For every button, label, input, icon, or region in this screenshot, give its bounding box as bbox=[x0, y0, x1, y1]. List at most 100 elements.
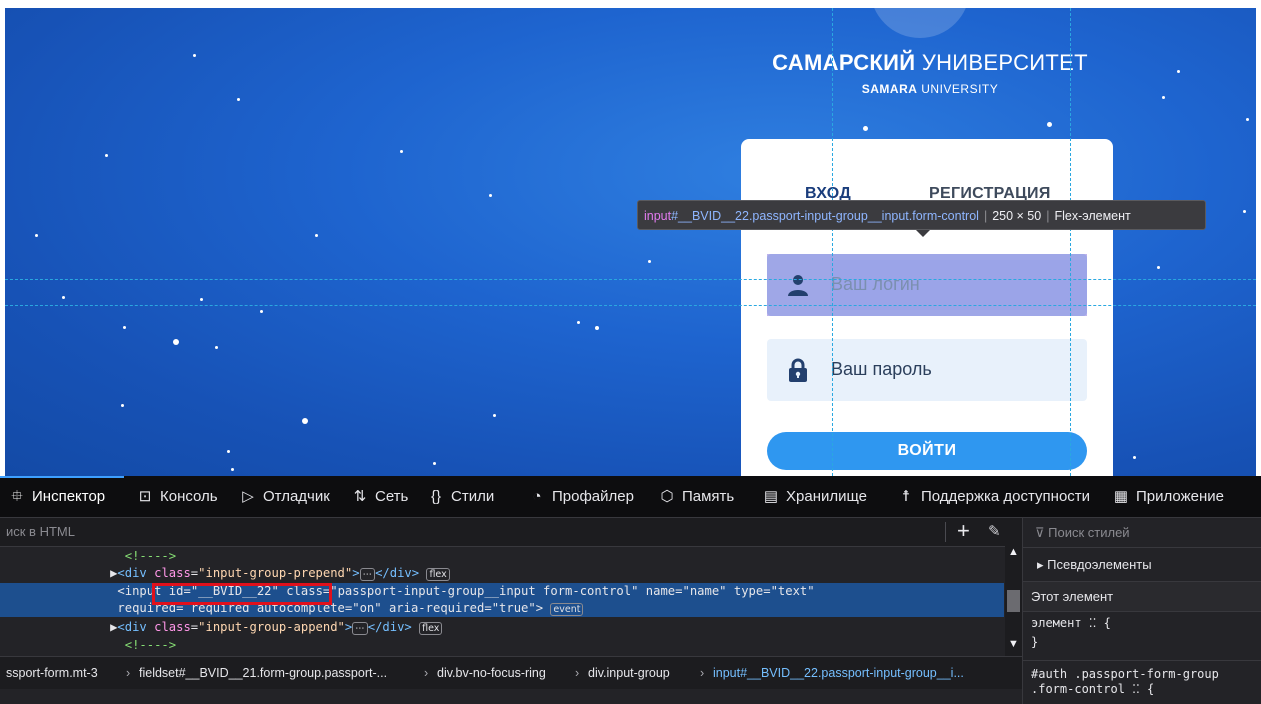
markup-scrollbar[interactable]: ▲ ▼ bbox=[1005, 546, 1022, 656]
this-element-label: Этот элемент bbox=[1031, 589, 1114, 604]
eyedropper-icon[interactable]: ✎ bbox=[988, 522, 1001, 542]
star bbox=[121, 404, 124, 407]
markup-line-selected[interactable]: <input id="__BVID__22" class="passport-i… bbox=[0, 583, 1004, 600]
breadcrumb-item[interactable]: div.bv-no-focus-ring bbox=[437, 657, 546, 689]
star bbox=[1243, 210, 1246, 213]
inspector-highlight-overlay bbox=[767, 254, 1087, 316]
star bbox=[863, 126, 868, 131]
markup-line-selected[interactable]: required= required autocomplete="on" ari… bbox=[0, 600, 1004, 617]
brand-subtitle-light: UNIVERSITY bbox=[921, 82, 999, 96]
tab-accessibility[interactable]: ☨ Поддержка доступности bbox=[897, 476, 1090, 517]
tab-label: Поддержка доступности bbox=[921, 488, 1091, 505]
star bbox=[489, 194, 492, 197]
scroll-thumb[interactable] bbox=[1007, 590, 1020, 612]
password-field[interactable]: Ваш пароль bbox=[767, 339, 1087, 401]
star bbox=[62, 296, 65, 299]
tooltip-arrow bbox=[916, 230, 930, 237]
markup-attr: aria-required bbox=[388, 601, 485, 615]
tab-memory[interactable]: ⬡ Память bbox=[658, 476, 734, 517]
breadcrumb-item[interactable]: div.input-group bbox=[588, 657, 670, 689]
tab-debugger[interactable]: ▷ Отладчик bbox=[239, 476, 330, 517]
brand-title-light: УНИВЕРСИТЕТ bbox=[921, 50, 1088, 75]
guide-line bbox=[1070, 8, 1071, 476]
tab-inspector[interactable]: ⯐ Инспектор bbox=[8, 476, 105, 517]
decor-circle bbox=[870, 8, 970, 38]
tooltip-size: 250 × 50 bbox=[992, 209, 1042, 223]
flex-badge[interactable]: flex bbox=[426, 568, 450, 581]
login-button[interactable]: ВОЙТИ bbox=[767, 432, 1087, 470]
collapsed-badge[interactable]: ⋯ bbox=[359, 568, 376, 581]
tab-profiler[interactable]: ◔ Профайлер bbox=[528, 476, 634, 517]
markup-tag: div bbox=[124, 566, 147, 580]
flex-badge[interactable]: flex bbox=[419, 622, 443, 635]
element-rule-close: } bbox=[1031, 635, 1039, 649]
scroll-down-icon[interactable]: ▼ bbox=[1008, 638, 1019, 650]
markup-value: "passport-input-group__input form-contro… bbox=[330, 584, 639, 598]
style-editor-icon: {} bbox=[430, 488, 442, 505]
star bbox=[1133, 456, 1136, 459]
star bbox=[493, 414, 496, 417]
markup-attr: class bbox=[154, 566, 191, 580]
tooltip-tag: input bbox=[644, 209, 672, 223]
inspector-tooltip: input#__BVID__22.passport-input-group__i… bbox=[637, 200, 1206, 230]
annotation-highlight-box bbox=[152, 583, 332, 605]
star bbox=[315, 234, 318, 237]
markup-line[interactable]: ▶<div class="input-group-prepend"> ⋯ </div… bbox=[0, 565, 1004, 582]
star bbox=[595, 326, 599, 330]
star bbox=[433, 462, 436, 465]
user-icon bbox=[788, 275, 808, 296]
breadcrumb-item[interactable]: fieldset#__BVID__21.form-group.passport-… bbox=[139, 657, 387, 689]
markup-comment: <!----> bbox=[124, 549, 177, 563]
add-node-icon[interactable]: + bbox=[957, 519, 970, 543]
tab-network[interactable]: ⇅ Сеть bbox=[351, 476, 409, 517]
star bbox=[173, 339, 179, 345]
breadcrumb-item[interactable]: ssport-form.mt-3 bbox=[6, 657, 98, 689]
auth-card: ВХОД РЕГИСТРАЦИЯ Ваш логин Ваш пароль ВО… bbox=[741, 139, 1113, 476]
markup-line[interactable]: <!----> bbox=[0, 548, 1004, 565]
star bbox=[35, 234, 38, 237]
html-search-input[interactable]: иск в HTML bbox=[6, 524, 75, 539]
star bbox=[1246, 118, 1249, 121]
brand-subtitle: SAMARA UNIVERSITY bbox=[740, 82, 1120, 96]
css-rule-selector: #auth .passport-form-group bbox=[1031, 667, 1219, 681]
star bbox=[1162, 96, 1165, 99]
css-rule-selector: .form-control ⁚⁚ { bbox=[1031, 682, 1155, 696]
markup-value: "input-group-prepend" bbox=[198, 566, 353, 580]
markup-value: "true" bbox=[491, 601, 536, 615]
this-element-header: Этот элемент bbox=[1023, 581, 1261, 612]
element-rule[interactable]: элемент ⁚⁚ { } bbox=[1023, 611, 1261, 662]
markup-line[interactable]: ▶<div class="input-group-append"> ⋯ </div>… bbox=[0, 619, 1004, 636]
markup-value: "on" bbox=[352, 601, 382, 615]
tab-label: Инспектор bbox=[32, 488, 106, 505]
tab-console[interactable]: ⊡ Консоль bbox=[136, 476, 218, 517]
pseudo-elements-toggle[interactable]: ▸ Псевдоэлементы bbox=[1023, 547, 1261, 582]
chevron-right-icon: › bbox=[126, 666, 131, 680]
login-field[interactable]: Ваш логин bbox=[767, 254, 1087, 316]
pseudo-elements-label: Псевдоэлементы bbox=[1047, 557, 1152, 572]
brand-title-bold: САМАРСКИЙ bbox=[772, 50, 916, 75]
star bbox=[302, 418, 308, 424]
star bbox=[1177, 70, 1180, 73]
guide-line bbox=[5, 279, 1256, 280]
star bbox=[231, 468, 234, 471]
tooltip-selector: #__BVID__22.passport-input-group__input.… bbox=[671, 209, 979, 223]
tab-storage[interactable]: ▤ Хранилище bbox=[762, 476, 867, 517]
markup-attr: name bbox=[645, 584, 676, 598]
chevron-right-icon: › bbox=[700, 666, 705, 680]
markup-line[interactable]: <!----> bbox=[0, 637, 1004, 654]
brand-subtitle-bold: SAMARA bbox=[861, 82, 918, 96]
star bbox=[1047, 122, 1052, 127]
collapsed-badge[interactable]: ⋯ bbox=[352, 622, 368, 635]
breadcrumb-item-current[interactable]: input#__BVID__22.passport-input-group__i… bbox=[713, 657, 964, 689]
event-badge[interactable]: event bbox=[550, 603, 584, 616]
star bbox=[648, 260, 651, 263]
tab-style-editor[interactable]: {} Стили bbox=[427, 476, 494, 517]
scroll-up-icon[interactable]: ▲ bbox=[1008, 546, 1019, 558]
css-rule[interactable]: #auth .passport-form-group .form-control… bbox=[1023, 660, 1261, 704]
star bbox=[260, 310, 263, 313]
filter-styles-input[interactable]: ⊽ Поиск стилей bbox=[1035, 525, 1130, 541]
login-input[interactable]: Ваш логин bbox=[831, 274, 920, 295]
brand-title: САМАРСКИЙ УНИВЕРСИТЕТ bbox=[740, 50, 1120, 76]
tab-application[interactable]: ▦ Приложение bbox=[1112, 476, 1224, 517]
password-input[interactable]: Ваш пароль bbox=[831, 359, 932, 380]
